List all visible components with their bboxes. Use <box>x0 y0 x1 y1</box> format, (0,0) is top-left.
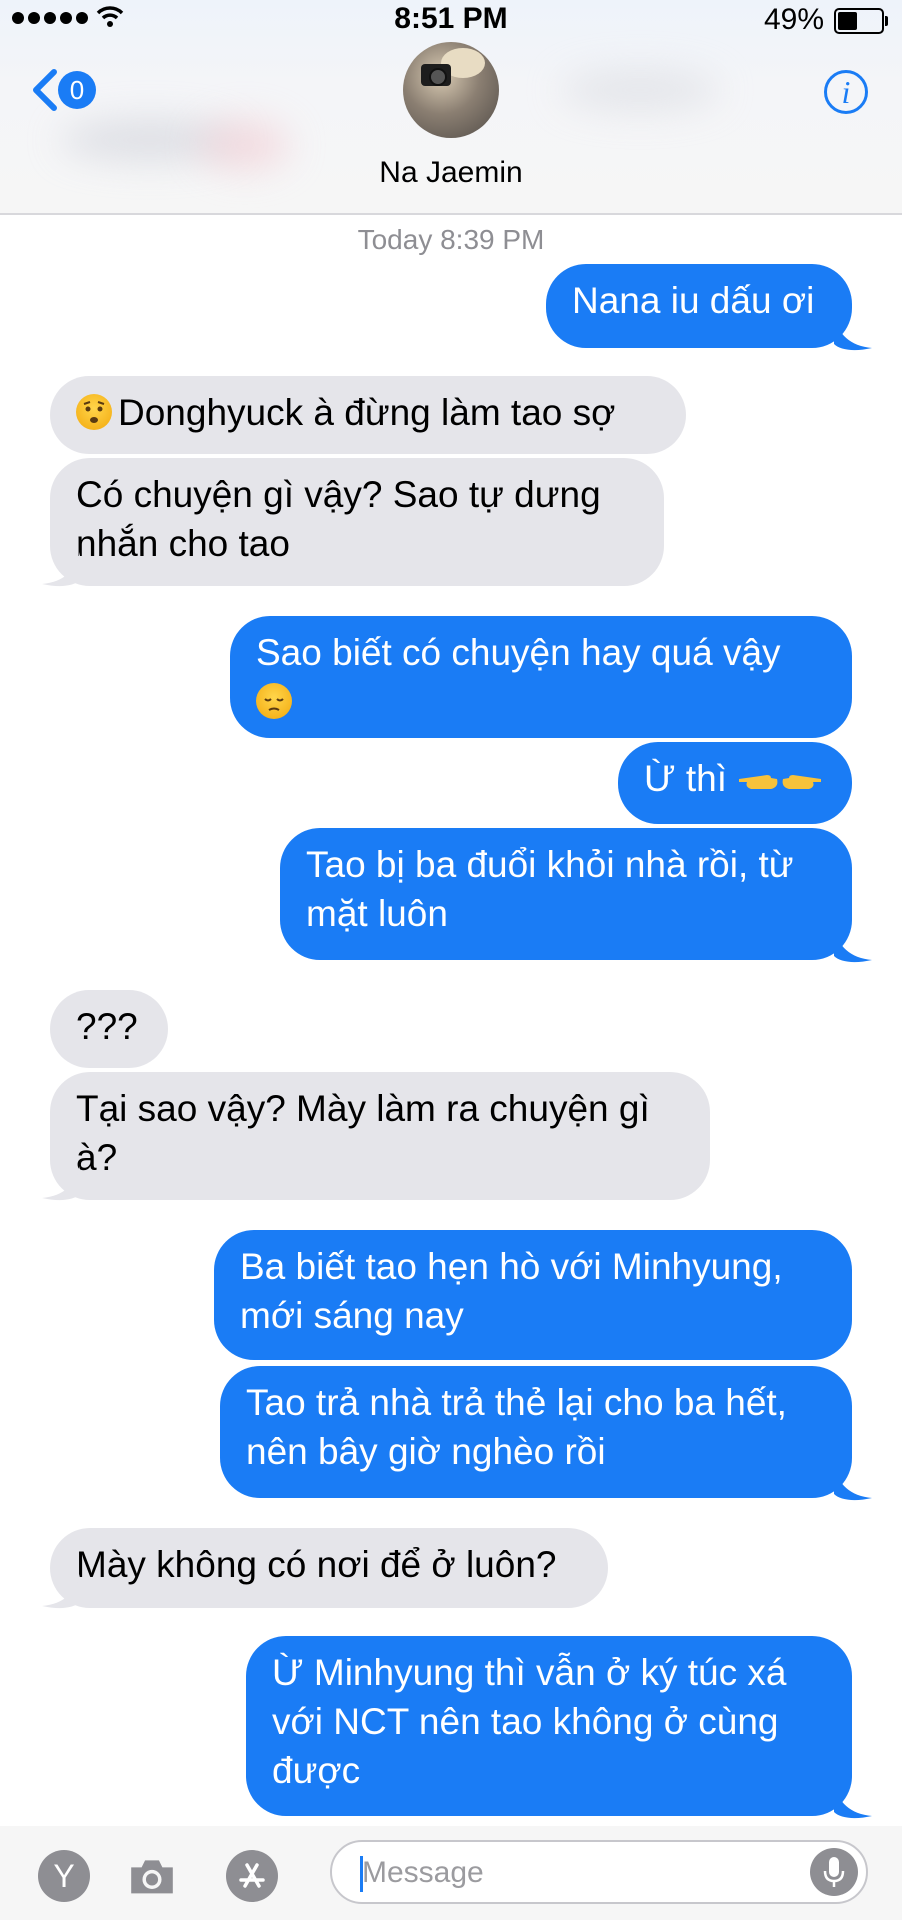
memoji-button[interactable]: Y <box>38 1850 90 1902</box>
message-text: Có chuyện gì vậy? Sao tự dưng nhắn cho t… <box>76 474 601 564</box>
message-text: Donghyuck à đừng làm tao sợ <box>118 392 616 433</box>
memoji-icon: Y <box>53 1857 75 1894</box>
sent-message[interactable]: Ừ thì <box>618 742 852 824</box>
sent-message[interactable]: Ừ Minhyung thì vẫn ở ký túc xá với NCT n… <box>246 1636 852 1816</box>
microphone-icon <box>823 1857 845 1887</box>
sent-message[interactable]: Tao trả nhà trả thẻ lại cho ba hết, nên … <box>220 1366 852 1498</box>
message-text: Tao bị ba đuổi khỏi nhà rồi, từ mặt luôn <box>306 844 794 934</box>
chevron-left-icon <box>33 69 57 111</box>
message-field[interactable] <box>330 1840 868 1904</box>
pointing-fingers-icon <box>739 775 822 789</box>
received-message[interactable]: Mày không có nơi để ở luôn? <box>50 1528 608 1608</box>
received-message[interactable]: Có chuyện gì vậy? Sao tự dưng nhắn cho t… <box>50 458 664 586</box>
apps-button[interactable] <box>226 1850 278 1902</box>
app-store-icon <box>239 1863 265 1888</box>
received-message[interactable]: Tại sao vậy? Mày làm ra chuyện gì à? <box>50 1072 710 1200</box>
message-input[interactable] <box>360 1852 784 1894</box>
bubble-tail <box>834 1466 872 1501</box>
bubble-tail <box>42 1166 80 1201</box>
sent-message[interactable]: Nana iu dấu ơi <box>546 264 852 348</box>
sent-message[interactable]: Ba biết tao hẹn hò với Minhyung, mới sán… <box>214 1230 852 1360</box>
info-button[interactable]: i <box>824 70 868 114</box>
bubble-tail <box>834 316 872 351</box>
message-text: Tao trả nhà trả thẻ lại cho ba hết, nên … <box>246 1382 787 1472</box>
worried-face-icon <box>76 394 112 430</box>
message-text: Tại sao vậy? Mày làm ra chuyện gì à? <box>76 1088 650 1178</box>
dictation-button[interactable] <box>810 1848 858 1896</box>
message-text: Ừ Minhyung thì vẫn ở ký túc xá với NCT n… <box>272 1652 787 1791</box>
conversation-header: 8:51 PM 49% 0 Na Jaemin i <box>0 0 902 215</box>
message-text: ??? <box>76 1006 138 1047</box>
battery-percent: 49% <box>763 3 824 36</box>
info-icon: i <box>841 73 851 110</box>
message-text: Ba biết tao hẹn hò với Minhyung, mới sán… <box>240 1246 783 1336</box>
bubble-tail <box>834 1784 872 1819</box>
received-message[interactable]: Donghyuck à đừng làm tao sợ <box>50 376 686 454</box>
unread-count-badge: 0 <box>58 71 96 109</box>
received-message[interactable]: ??? <box>50 990 168 1068</box>
battery-icon <box>834 8 888 34</box>
contact-avatar[interactable] <box>403 42 499 138</box>
contact-name[interactable]: Na Jaemin <box>0 156 902 190</box>
thread-timestamp: Today 8:39 PM <box>357 224 545 255</box>
camera-icon <box>131 1860 173 1894</box>
bubble-tail <box>42 1574 80 1609</box>
compose-bar: Y <box>0 1826 902 1920</box>
message-text: Ừ thì <box>644 758 728 799</box>
sent-message[interactable]: Tao bị ba đuổi khỏi nhà rồi, từ mặt luôn <box>280 828 852 960</box>
bubble-tail <box>834 928 872 963</box>
back-button[interactable]: 0 <box>30 68 96 112</box>
bubble-tail <box>42 552 80 587</box>
pensive-face-icon <box>256 683 292 719</box>
message-text: Nana iu dấu ơi <box>572 280 815 321</box>
camera-button[interactable] <box>126 1850 178 1902</box>
message-text: Sao biết có chuyện hay quá vậy <box>256 632 781 673</box>
sent-message[interactable]: Sao biết có chuyện hay quá vậy <box>230 616 852 738</box>
status-bar: 8:51 PM 49% <box>0 0 902 40</box>
message-text: Mày không có nơi để ở luôn? <box>76 1544 557 1585</box>
